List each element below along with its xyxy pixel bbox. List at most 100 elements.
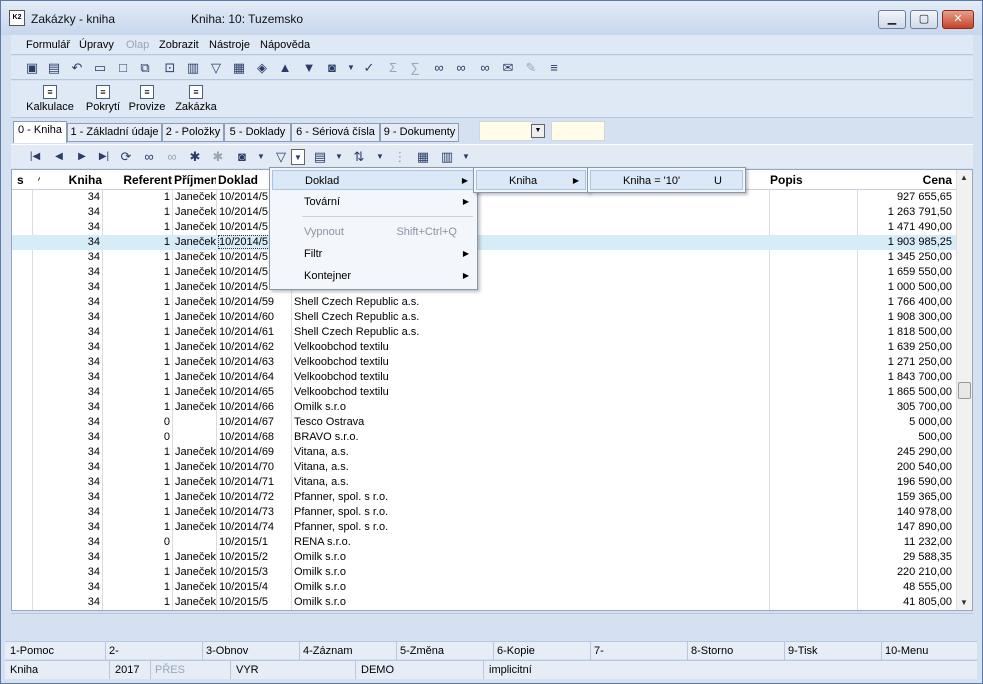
menu-item-doklad[interactable]: Doklad ▶ xyxy=(272,170,475,190)
order-button[interactable]: ≡ Zakázka xyxy=(173,85,219,113)
table-row[interactable]: 34 1 Janeček 10/2015/2 Omilk s.r.o 29 588,35 xyxy=(12,550,957,565)
filter-icon[interactable]: ▽ xyxy=(208,60,224,76)
fkey-3[interactable]: 3-Obnov xyxy=(206,645,248,657)
col-header-referent[interactable]: Referent xyxy=(104,173,172,187)
tab-kniha[interactable]: 0 - Kniha xyxy=(13,121,67,143)
table-row[interactable]: 34 1 Janeček 10/2014/61 Shell Czech Republic… xyxy=(12,325,957,340)
chevron-down-icon[interactable]: ▼ xyxy=(253,149,269,165)
tab-seriova-cisla[interactable]: 6 - Sériová čísla xyxy=(291,123,380,142)
col-header-popis[interactable]: Popis xyxy=(770,173,830,187)
table-row[interactable]: 34 1 Janeček 10/2015/5 Omilk s.r.o 41 805,00 xyxy=(12,595,957,610)
new-document-icon[interactable]: □ xyxy=(115,60,131,76)
table-row[interactable]: 34 1 Janeček 10/2014/63 Velkoobchod textilu 1… xyxy=(12,355,957,370)
sum-detail-icon[interactable]: ∑ xyxy=(407,60,423,76)
table-row[interactable]: 34 0 10/2014/68 BRAVO s.r.o. 500,00 xyxy=(12,430,957,445)
fkey-2[interactable]: 2- xyxy=(109,645,119,657)
mark-remove-icon[interactable]: ✱ xyxy=(210,149,226,165)
maximize-button[interactable]: ▢ xyxy=(910,10,938,29)
fkey-9[interactable]: 9-Tisk xyxy=(788,645,818,657)
table-row[interactable]: 34 1 Janeček 10/2015/3 Omilk s.r.o 220 210,00 xyxy=(12,565,957,580)
binoculars-next-icon[interactable]: ∞ xyxy=(453,60,469,76)
fkey-4[interactable]: 4-Záznam xyxy=(303,645,353,657)
table-row[interactable]: 34 1 Janeček 10/2014/5 1 345 250,00 xyxy=(12,250,957,265)
coverage-button[interactable]: ≡ Pokrytí xyxy=(83,85,123,113)
undo-icon[interactable]: ↶ xyxy=(69,60,85,76)
menu-upravy[interactable]: Úpravy xyxy=(79,39,114,51)
open-folder-icon[interactable]: ▭ xyxy=(92,60,108,76)
minimize-button[interactable]: ▁ xyxy=(878,10,906,29)
menu-item-kniha-10[interactable]: Kniha = '10' U xyxy=(590,170,743,190)
grid-scrollbar[interactable]: ▲ ▼ xyxy=(956,170,972,610)
table-row[interactable]: 34 0 10/2014/67 Tesco Ostrava 5 000,00 xyxy=(12,415,957,430)
edit-icon[interactable]: ✎ xyxy=(523,60,539,76)
table-row[interactable]: 34 1 Janeček 10/2014/5 1 659 550,00 xyxy=(12,265,957,280)
binoculars-all-icon[interactable]: ∞ xyxy=(477,60,493,76)
arrow-down-icon[interactable]: ▼ xyxy=(301,60,317,76)
tab-zakladni-udaje[interactable]: 1 - Základní údaje xyxy=(67,123,162,142)
filter-field[interactable] xyxy=(551,121,605,141)
refresh-icon[interactable]: ⟳ xyxy=(118,149,134,165)
close-button[interactable]: ✕ xyxy=(942,10,974,29)
menu-lines-icon[interactable]: ≡ xyxy=(546,60,562,76)
scroll-up-icon[interactable]: ▲ xyxy=(960,173,968,182)
col-header-kniha[interactable]: Kniha xyxy=(50,173,102,187)
table-row[interactable]: 34 1 Janeček 10/2014/66 Omilk s.r.o 305 700,0… xyxy=(12,400,957,415)
chevron-down-icon[interactable]: ▼ xyxy=(458,149,474,165)
export-icon[interactable]: ▦ xyxy=(415,149,431,165)
menu-item-tovarni[interactable]: Tovární ▶ xyxy=(272,192,475,212)
table-row[interactable]: 34 1 Janeček 10/2014/69 Vitana, a.s. 245 290,… xyxy=(12,445,957,460)
table-row[interactable]: 34 1 Janeček 10/2014/65 Velkoobchod textilu 1… xyxy=(12,385,957,400)
first-record-icon[interactable]: |◀ xyxy=(27,149,43,165)
combo-dropdown-icon[interactable]: ▼ xyxy=(531,124,545,138)
table-row[interactable]: 34 1 Janeček 10/2014/73 Pfanner, spol. s r.o… xyxy=(12,505,957,520)
table-row[interactable]: 34 1 Janeček 10/2014/70 Vitana, a.s. 200 540,… xyxy=(12,460,957,475)
sort-indicator-icon[interactable]: ⁄ xyxy=(38,173,40,187)
menu-zobrazit[interactable]: Zobrazit xyxy=(159,39,199,51)
chevron-down-icon[interactable]: ▼ xyxy=(372,149,388,165)
copy-icon[interactable]: ⧉ xyxy=(137,60,153,76)
col-header-prijmeni[interactable]: Příjmení xyxy=(174,173,216,187)
table-row[interactable]: 34 1 Janeček 10/2014/74 Pfanner, spol. s r.o… xyxy=(12,520,957,535)
table-row[interactable]: 34 1 Janeček 10/2015/4 Omilk s.r.o 48 555,00 xyxy=(12,580,957,595)
col-header-s[interactable]: s xyxy=(17,173,24,187)
menu-olap[interactable]: Olap xyxy=(126,39,149,51)
fkey-10[interactable]: 10-Menu xyxy=(885,645,928,657)
fkey-8[interactable]: 8-Storno xyxy=(691,645,733,657)
last-record-icon[interactable]: ▶| xyxy=(96,149,112,165)
table-row[interactable]: 34 1 Janeček 10/2014/64 Velkoobchod textilu 1… xyxy=(12,370,957,385)
chevron-down-icon[interactable]: ▼ xyxy=(343,60,359,76)
filter-dropdown-icon[interactable]: ▼ xyxy=(291,149,305,165)
next-record-icon[interactable]: ▶ xyxy=(74,149,90,165)
report-icon[interactable]: ▦ xyxy=(231,60,247,76)
table-row[interactable]: 34 1 Janeček 10/2014/59 Shell Czech Republic… xyxy=(12,295,957,310)
fkey-7[interactable]: 7- xyxy=(594,645,604,657)
table-row[interactable]: 34 1 Janeček 10/2014/5 1 471 490,00 xyxy=(12,220,957,235)
tab-polozky[interactable]: 2 - Položky xyxy=(162,123,224,142)
table-row[interactable]: 34 1 Janeček 10/2014/5 1 263 791,50 xyxy=(12,205,957,220)
lock-icon[interactable]: ⊡ xyxy=(162,60,178,76)
mark-add-icon[interactable]: ✱ xyxy=(187,149,203,165)
menu-formular[interactable]: Formulář xyxy=(26,39,70,51)
columns-icon[interactable]: ⋮ xyxy=(392,149,408,165)
save-as-icon[interactable]: ▤ xyxy=(46,60,62,76)
filter-icon[interactable]: ▽ xyxy=(273,149,289,165)
tab-dokumenty[interactable]: 9 - Dokumenty xyxy=(380,123,459,142)
table-row[interactable]: 34 1 Janeček 10/2014/72 Pfanner, spol. s r.o… xyxy=(12,490,957,505)
fkey-5[interactable]: 5-Změna xyxy=(400,645,444,657)
run-icon[interactable]: ✓ xyxy=(361,60,377,76)
filter-combo[interactable] xyxy=(479,121,533,141)
camera-icon[interactable]: ◙ xyxy=(234,149,250,165)
menu-item-vypnout[interactable]: Vypnout Shift+Ctrl+Q xyxy=(272,222,475,242)
view-icon[interactable]: ▤ xyxy=(312,149,328,165)
col-header-cena[interactable]: Cena xyxy=(858,173,952,187)
scroll-down-icon[interactable]: ▼ xyxy=(960,598,968,607)
sum-icon[interactable]: Σ xyxy=(385,60,401,76)
save-icon[interactable]: ▣ xyxy=(24,60,40,76)
commission-button[interactable]: ≡ Provize xyxy=(127,85,167,113)
menu-item-kniha[interactable]: Kniha ▶ xyxy=(476,170,586,190)
arrow-up-icon[interactable]: ▲ xyxy=(277,60,293,76)
fkey-6[interactable]: 6-Kopie xyxy=(497,645,535,657)
mail-icon[interactable]: ✉ xyxy=(500,60,516,76)
prev-record-icon[interactable]: ◀ xyxy=(51,149,67,165)
binoculars-icon[interactable]: ∞ xyxy=(431,60,447,76)
